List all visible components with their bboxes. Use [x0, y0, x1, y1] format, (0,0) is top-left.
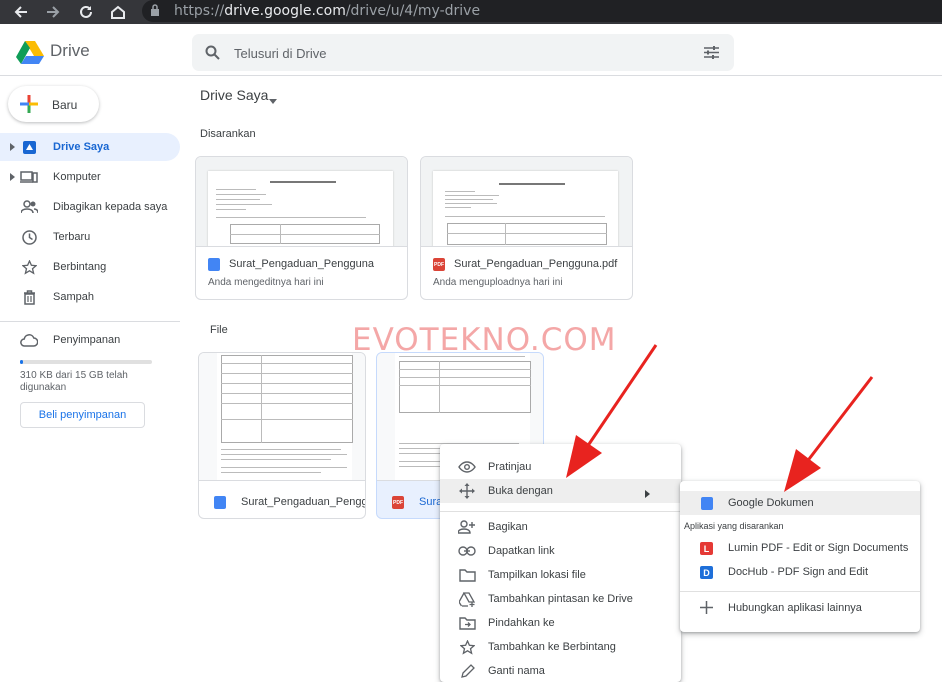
- annotation-arrow: [784, 376, 874, 492]
- annotation-arrow: [566, 344, 658, 478]
- annotation-arrows: [566, 344, 874, 492]
